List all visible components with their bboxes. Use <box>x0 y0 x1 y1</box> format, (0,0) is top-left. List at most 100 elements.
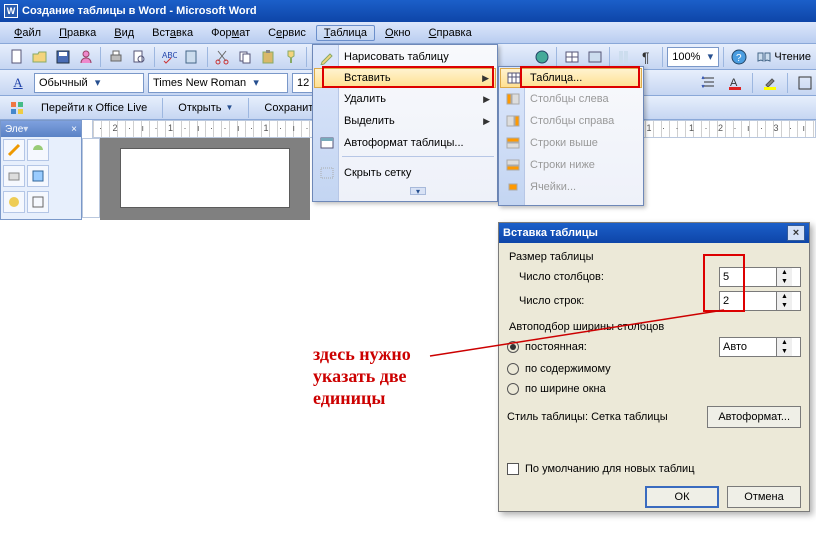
read-mode-button[interactable]: Чтение <box>751 46 816 68</box>
menu-separator <box>342 156 494 160</box>
highlight-button[interactable] <box>759 72 781 94</box>
submenu-table[interactable]: Таблица... <box>500 68 642 88</box>
fixed-width-input[interactable] <box>720 341 776 353</box>
copy-button[interactable] <box>235 46 256 68</box>
spin-up[interactable]: ▲ <box>776 268 792 277</box>
menubar: ФФайлайл ПравкаПравка ВидВид ВставкаВста… <box>0 22 816 44</box>
insert-submenu: Таблица... Столбцы слева Столбцы справа … <box>498 66 644 206</box>
chevron-right-icon: ▶ <box>483 94 490 105</box>
zoom-combo[interactable]: 100%▾ <box>667 47 719 67</box>
show-marks-button[interactable]: ¶ <box>637 46 658 68</box>
spin-down[interactable]: ▼ <box>776 277 792 286</box>
num-cols-spinner[interactable]: ▲▼ <box>719 267 801 287</box>
styles-pane-button[interactable]: A <box>6 72 30 94</box>
format-painter-button[interactable] <box>281 46 302 68</box>
autoformat-button[interactable]: Автоформат... <box>707 406 801 428</box>
submenu-rows-below: Строки ниже <box>500 154 642 176</box>
dialog-close-button[interactable]: × <box>787 225 805 241</box>
menu-expand[interactable]: ▾ <box>314 184 496 198</box>
ruler-vertical[interactable] <box>82 138 100 218</box>
pane-tool-1[interactable] <box>3 139 25 161</box>
radio-icon <box>507 363 519 375</box>
close-icon[interactable]: × <box>71 124 77 135</box>
fixed-width-spinner[interactable]: ▲▼ <box>719 337 801 357</box>
cancel-button[interactable]: Отмена <box>727 486 801 508</box>
menu-help[interactable]: СправкаСправка <box>421 25 480 41</box>
insert-table-button[interactable] <box>584 46 605 68</box>
research-button[interactable] <box>182 46 203 68</box>
svg-text:ABC: ABC <box>162 51 177 60</box>
pane-tool-6[interactable] <box>27 191 49 213</box>
office-live-open-button[interactable]: Открыть▼ <box>169 98 242 118</box>
insert-table-dialog: Вставка таблицы × Размер таблицы Число с… <box>498 222 810 512</box>
menu-insert[interactable]: ВставкаВставка <box>144 25 201 41</box>
line-spacing-button[interactable] <box>698 72 720 94</box>
permissions-button[interactable] <box>75 46 96 68</box>
columns-button[interactable] <box>614 46 635 68</box>
help-button[interactable]: ? <box>728 46 749 68</box>
submenu-cols-left: Столбцы слева <box>500 88 642 110</box>
cut-button[interactable] <box>212 46 233 68</box>
grid-icon <box>318 164 336 182</box>
menu-delete-submenu[interactable]: Удалить ▶ <box>314 88 496 110</box>
menu-edit[interactable]: ПравкаПравка <box>51 25 104 41</box>
radio-fixed[interactable]: постоянная: <box>507 337 587 357</box>
menu-hide-grid[interactable]: Скрыть сетку <box>314 162 496 184</box>
num-rows-input[interactable] <box>720 295 776 307</box>
radio-icon <box>507 383 519 395</box>
font-color-button[interactable]: A <box>724 72 746 94</box>
font-size-value: 12 <box>297 77 309 89</box>
spin-down[interactable]: ▼ <box>776 347 792 356</box>
style-combo[interactable]: Обычный▾ <box>34 73 144 93</box>
num-rows-spinner[interactable]: ▲▼ <box>719 291 801 311</box>
font-combo[interactable]: Times New Roman▾ <box>148 73 288 93</box>
menu-view[interactable]: ВидВид <box>106 25 142 41</box>
pane-tool-3[interactable] <box>3 165 25 187</box>
print-button[interactable] <box>105 46 126 68</box>
submenu-cols-right: Столбцы справа <box>500 110 642 132</box>
app-icon: W <box>4 4 18 18</box>
spin-down[interactable]: ▼ <box>776 301 792 310</box>
radio-icon <box>507 341 519 353</box>
open-button[interactable] <box>29 46 50 68</box>
menu-autoformat[interactable]: Автоформат таблицы... <box>314 132 496 154</box>
save-button[interactable] <box>52 46 73 68</box>
menu-insert-submenu[interactable]: Вставить ▶ <box>314 68 496 88</box>
elements-pane: Эле▾ × <box>0 120 82 220</box>
new-doc-button[interactable] <box>6 46 27 68</box>
spin-up[interactable]: ▲ <box>776 292 792 301</box>
menu-tools[interactable]: СервисСервис <box>260 25 314 41</box>
radio-by-content[interactable]: по содержимому <box>507 359 801 379</box>
preview-button[interactable] <box>128 46 149 68</box>
spin-up[interactable]: ▲ <box>776 338 792 347</box>
menu-window[interactable]: ОкноОкно <box>377 25 419 41</box>
menu-file[interactable]: ФФайлайл <box>6 25 49 41</box>
menu-select-submenu[interactable]: Выделить ▶ <box>314 110 496 132</box>
submenu-rows-above: Строки выше <box>500 132 642 154</box>
window-title: Создание таблицы в Word - Microsoft Word <box>22 0 257 22</box>
pane-tool-2[interactable] <box>27 139 49 161</box>
autofit-group-label: Автоподбор ширины столбцов <box>509 321 799 333</box>
cols-left-icon <box>504 90 522 108</box>
menu-format[interactable]: ФорматФормат <box>203 25 258 41</box>
ok-button[interactable]: ОК <box>645 486 719 508</box>
radio-by-window[interactable]: по ширине окна <box>507 379 801 399</box>
num-cols-input[interactable] <box>720 271 776 283</box>
menu-table[interactable]: ТаблицаТаблица <box>316 25 375 41</box>
cells-icon <box>504 178 522 196</box>
document-page[interactable] <box>120 148 290 208</box>
menu-draw-table[interactable]: Нарисовать таблицу <box>314 46 496 68</box>
default-checkbox[interactable] <box>507 463 519 475</box>
style-value: Сетка таблицы <box>591 411 668 423</box>
default-label: По умолчанию для новых таблиц <box>525 463 695 475</box>
pencil-icon <box>318 48 336 66</box>
spell-button[interactable]: ABC <box>158 46 179 68</box>
border-button[interactable] <box>794 72 816 94</box>
hyperlink-button[interactable] <box>531 46 552 68</box>
pane-tool-5[interactable] <box>3 191 25 213</box>
tables-borders-button[interactable] <box>561 46 582 68</box>
paste-button[interactable] <box>258 46 279 68</box>
rows-below-icon <box>504 156 522 174</box>
pane-tool-4[interactable] <box>27 165 49 187</box>
office-live-go-button[interactable]: Перейти к Office Live <box>32 98 156 118</box>
